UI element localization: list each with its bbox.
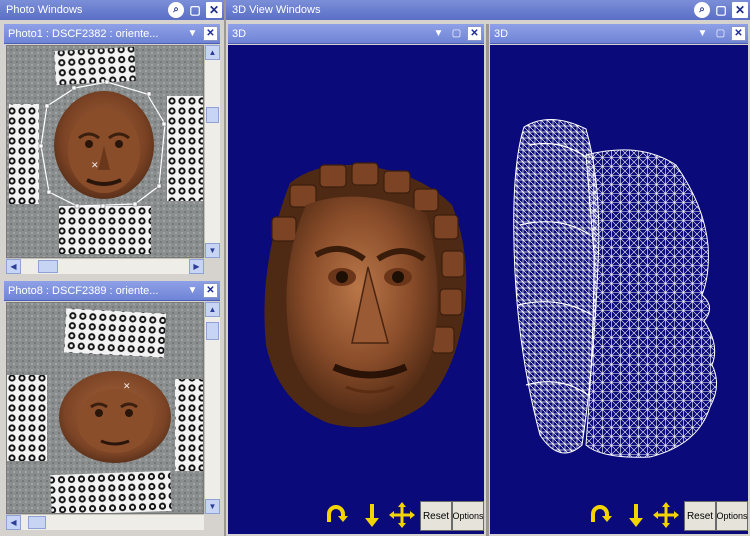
dropdown-icon[interactable]: ▼ xyxy=(185,26,200,41)
window-divider[interactable] xyxy=(224,0,226,536)
scroll-left-icon[interactable]: ◀ xyxy=(6,259,21,274)
scroll-up-icon[interactable]: ▲ xyxy=(205,302,220,317)
options-button[interactable]: Options xyxy=(716,501,748,531)
photo8-horizontal-scrollbar[interactable]: ◀ xyxy=(6,514,204,530)
reset-button[interactable]: Reset xyxy=(420,501,452,531)
photo1-vscroll-thumb[interactable] xyxy=(206,107,219,123)
photo8-vertical-scrollbar[interactable]: ▲ ▼ xyxy=(204,302,220,514)
photo8-pane-titlebar[interactable]: Photo8 : DSCF2389 : oriente... ▼ ✕ xyxy=(4,281,220,301)
photo-windows-title: Photo Windows xyxy=(6,4,83,16)
photo1-image[interactable]: ✕ xyxy=(6,45,204,258)
photo8-pane-title: Photo8 : DSCF2389 : oriente... xyxy=(8,284,159,297)
photo8-image[interactable]: ✕ xyxy=(6,302,204,514)
close-icon[interactable]: ✕ xyxy=(731,26,746,41)
pan-icon[interactable] xyxy=(652,501,680,529)
options-button[interactable]: Options xyxy=(452,501,484,531)
restore-icon[interactable]: ▢ xyxy=(713,2,729,18)
pin-icon[interactable]: ⌕ xyxy=(694,2,710,18)
close-icon[interactable]: ✕ xyxy=(467,26,482,41)
3d-wireframe-viewport[interactable]: Reset Options xyxy=(490,45,748,534)
textured-mask-model xyxy=(264,162,467,428)
dropdown-icon[interactable]: ▼ xyxy=(185,283,200,298)
pin-icon[interactable]: ⌕ xyxy=(168,2,184,18)
move-down-icon[interactable] xyxy=(358,501,386,529)
scroll-right-icon[interactable]: ▶ xyxy=(189,259,204,274)
photo1-horizontal-scrollbar[interactable]: ◀ ▶ xyxy=(6,258,204,274)
close-icon[interactable]: ✕ xyxy=(203,26,218,41)
close-icon[interactable]: ✕ xyxy=(203,283,218,298)
dropdown-icon[interactable]: ▼ xyxy=(695,26,710,41)
3d-wireframe-pane-title: 3D xyxy=(494,27,509,40)
svg-text:✕: ✕ xyxy=(123,382,131,392)
svg-text:✕: ✕ xyxy=(91,161,99,171)
wireframe-mask-model xyxy=(513,118,717,458)
photo1-vertical-scrollbar[interactable]: ▲ ▼ xyxy=(204,45,220,258)
3d-view-windows-titlebar[interactable]: 3D View Windows ⌕ ▢ ✕ xyxy=(226,0,750,20)
move-down-icon[interactable] xyxy=(622,501,650,529)
close-icon[interactable]: ✕ xyxy=(732,2,748,18)
photo8-vscroll-thumb[interactable] xyxy=(206,322,219,340)
scroll-left-icon[interactable]: ◀ xyxy=(6,515,21,530)
close-icon[interactable]: ✕ xyxy=(206,2,222,18)
photo-windows-titlebar[interactable]: Photo Windows ⌕ ▢ ✕ xyxy=(0,0,224,20)
scroll-up-icon[interactable]: ▲ xyxy=(205,45,220,60)
3d-view-windows-title: 3D View Windows xyxy=(232,4,321,16)
3d-textured-pane-titlebar[interactable]: 3D ▼ ▢ ✕ xyxy=(228,24,484,44)
photo1-pane-titlebar[interactable]: Photo1 : DSCF2382 : oriente... ▼ ✕ xyxy=(4,24,220,44)
scroll-down-icon[interactable]: ▼ xyxy=(205,243,220,258)
photo8-hscroll-thumb[interactable] xyxy=(28,516,46,529)
rotate-icon[interactable] xyxy=(586,501,614,529)
restore-icon[interactable]: ▢ xyxy=(449,26,464,41)
pane-divider[interactable] xyxy=(486,24,489,536)
photo1-hscroll-thumb[interactable] xyxy=(38,260,58,273)
reset-button[interactable]: Reset xyxy=(684,501,716,531)
dropdown-icon[interactable]: ▼ xyxy=(431,26,446,41)
3d-textured-pane-title: 3D xyxy=(232,27,247,40)
pan-icon[interactable] xyxy=(388,501,416,529)
rotate-icon[interactable] xyxy=(322,501,350,529)
scroll-down-icon[interactable]: ▼ xyxy=(205,499,220,514)
3d-textured-viewport[interactable]: Reset Options xyxy=(228,45,484,534)
restore-icon[interactable]: ▢ xyxy=(713,26,728,41)
photo1-pane-title: Photo1 : DSCF2382 : oriente... xyxy=(8,27,159,40)
3d-wireframe-pane-titlebar[interactable]: 3D ▼ ▢ ✕ xyxy=(490,24,748,44)
restore-icon[interactable]: ▢ xyxy=(187,2,203,18)
